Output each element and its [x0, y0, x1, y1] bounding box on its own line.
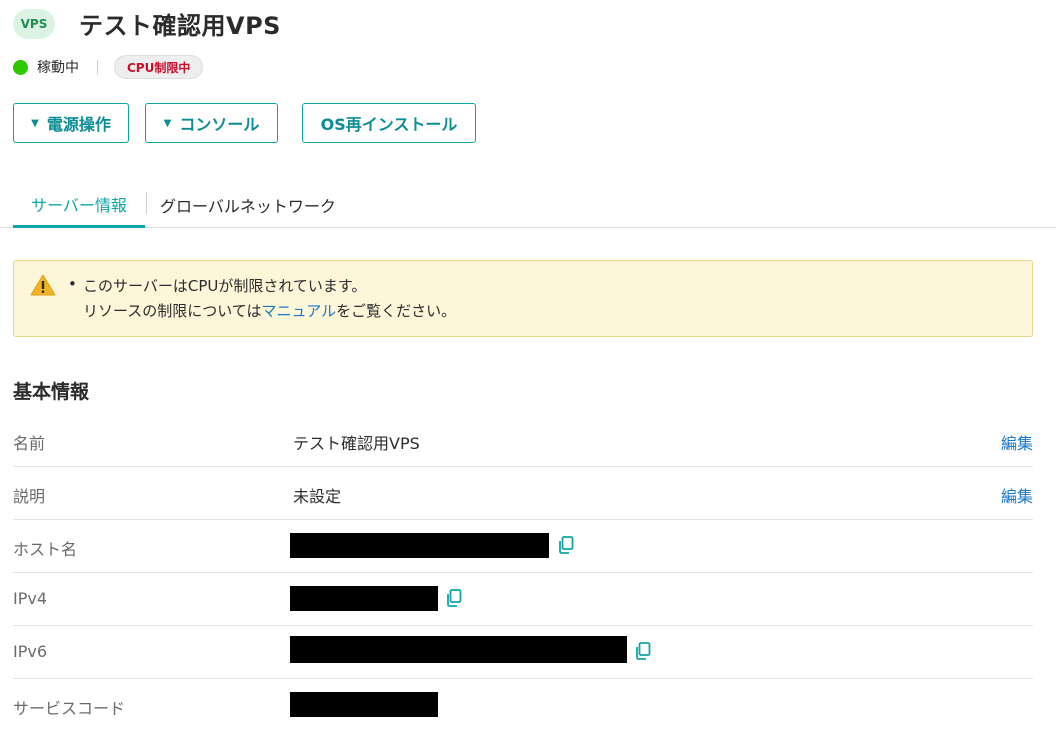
service-code-label: サービスコード: [13, 699, 126, 718]
console-label: コンソール: [179, 115, 260, 134]
status-divider: [97, 60, 98, 74]
action-bar: ▼ 電源操作 ▼ コンソール OS再インストール: [0, 103, 1056, 143]
status-label: 稼動中: [37, 60, 79, 76]
status-row: 稼動中 CPU制限中: [13, 55, 204, 79]
table-row: 説明 未設定 編集: [13, 467, 1033, 520]
alert-text-pre: リソースの制限については: [83, 302, 262, 320]
description-value: 未設定: [293, 487, 342, 506]
name-value: テスト確認用VPS: [293, 434, 420, 453]
service-code-redacted: [290, 692, 438, 717]
ipv6-redacted: [290, 636, 627, 663]
cpu-limit-alert: • このサーバーはCPUが制限されています。 リソースの制限についてはマニュアル…: [13, 260, 1033, 337]
hostname-redacted: [290, 533, 549, 558]
tab-server-info[interactable]: サーバー情報: [13, 182, 145, 228]
ipv4-label: IPv4: [13, 589, 48, 608]
table-row: ホスト名: [13, 520, 1033, 573]
caret-down-icon: ▼: [163, 117, 172, 129]
table-row: IPv4: [13, 573, 1033, 626]
alert-message: このサーバーはCPUが制限されています。: [83, 277, 367, 295]
alert-message-detail: リソースの制限についてはマニュアルをご覧ください。: [83, 300, 456, 321]
status-dot-icon: [13, 59, 28, 75]
table-row: サービスコード: [13, 679, 1033, 729]
power-operation-button[interactable]: ▼ 電源操作: [13, 103, 129, 143]
edit-name-link[interactable]: 編集: [1001, 430, 1033, 454]
ipv6-label: IPv6: [13, 642, 48, 661]
basic-info-title: 基本情報: [13, 381, 90, 403]
copy-icon[interactable]: [558, 536, 574, 554]
power-operation-label: 電源操作: [46, 115, 111, 134]
caret-down-icon: ▼: [31, 117, 39, 129]
ipv4-redacted: [290, 586, 438, 611]
tab-bar: サーバー情報 グローバルネットワーク: [0, 182, 1056, 228]
description-label: 説明: [13, 487, 46, 506]
warning-icon: [30, 274, 56, 296]
tab-divider: [146, 192, 147, 214]
manual-link[interactable]: マニュアル: [262, 302, 337, 320]
console-button[interactable]: ▼ コンソール: [145, 103, 278, 143]
basic-info-table: 名前 テスト確認用VPS 編集 説明 未設定 編集 ホスト名 IPv4 IPv6…: [13, 414, 1033, 729]
table-row: 名前 テスト確認用VPS 編集: [13, 414, 1033, 467]
hostname-label: ホスト名: [13, 540, 78, 559]
os-reinstall-button[interactable]: OS再インストール: [302, 103, 476, 143]
tab-global-network[interactable]: グローバルネットワーク: [160, 182, 336, 227]
vps-badge: VPS: [13, 8, 55, 39]
copy-icon[interactable]: [446, 589, 462, 607]
cpu-limit-badge: CPU制限中: [114, 55, 204, 79]
page-header: VPS テスト確認用VPS: [13, 6, 281, 41]
table-row: IPv6: [13, 626, 1033, 679]
name-label: 名前: [13, 434, 46, 453]
edit-description-link[interactable]: 編集: [1001, 483, 1033, 507]
alert-text-post: をご覧ください。: [336, 302, 457, 320]
copy-icon[interactable]: [635, 642, 651, 660]
page-title: テスト確認用VPS: [79, 12, 281, 40]
alert-bullet: •: [68, 275, 77, 293]
